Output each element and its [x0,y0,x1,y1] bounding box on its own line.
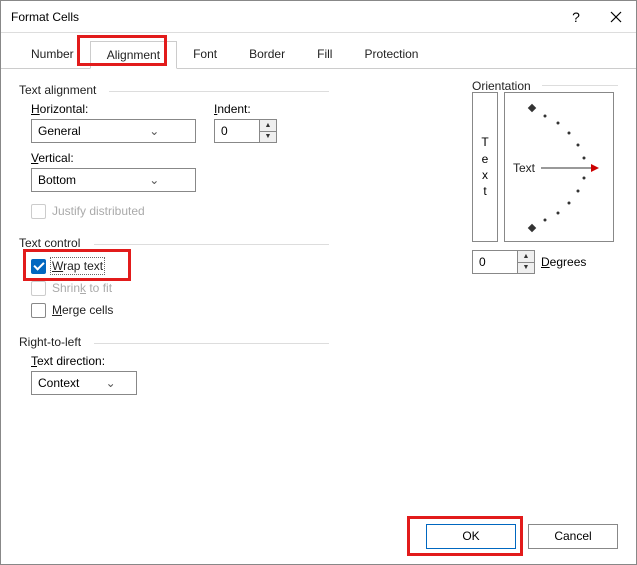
tab-protection[interactable]: Protection [348,41,434,68]
chevron-down-icon: ⌄ [114,173,196,187]
label-degrees: Degrees [541,255,586,269]
window-title: Format Cells [11,10,556,24]
vertical-value: Bottom [32,173,114,187]
degrees-spinner[interactable]: ▲ ▼ [472,250,535,274]
chevron-down-icon: ⌄ [114,124,196,138]
merge-cells-checkbox[interactable] [31,303,46,318]
merge-cells-label: Merge cells [52,303,113,317]
indent-down[interactable]: ▼ [260,132,276,143]
justify-distributed-checkbox [31,204,46,219]
orientation-dial[interactable]: Text [504,92,614,242]
group-text-control: Text control [19,236,329,250]
chevron-down-icon: ⌄ [85,376,136,390]
label-text-direction: Text direction: [31,354,329,368]
shrink-to-fit-label: Shrink to fit [52,281,112,295]
format-cells-dialog: Format Cells ? Number Alignment Font Bor… [0,0,637,565]
indent-up[interactable]: ▲ [260,120,276,132]
help-icon: ? [572,9,580,25]
shrink-to-fit-checkbox [31,281,46,296]
wrap-text-checkbox[interactable] [31,259,46,274]
close-icon [610,11,622,23]
dialog-footer: OK Cancel [1,508,636,564]
label-indent: Indent: [214,102,277,116]
text-direction-select[interactable]: Context ⌄ [31,371,137,395]
group-rtl: Right-to-left [19,335,329,349]
dial-graphic: Text [505,93,615,243]
tab-fill[interactable]: Fill [301,41,348,68]
tab-border[interactable]: Border [233,41,301,68]
vertical-text-button[interactable]: T e x t [472,92,498,242]
degrees-up[interactable]: ▲ [518,251,534,263]
horizontal-select[interactable]: General ⌄ [31,119,196,143]
help-button[interactable]: ? [556,1,596,33]
titlebar: Format Cells ? [1,1,636,33]
text-direction-value: Context [32,376,85,390]
cancel-button[interactable]: Cancel [528,524,618,549]
wrap-text-label: Wrap text [52,259,103,273]
group-orientation: Orientation [472,79,618,93]
tab-font[interactable]: Font [177,41,233,68]
close-button[interactable] [596,1,636,33]
indent-input[interactable] [215,120,259,142]
label-vertical: Vertical: [31,151,329,165]
svg-text:Text: Text [513,161,536,175]
indent-spinner[interactable]: ▲ ▼ [214,119,277,143]
tab-alignment[interactable]: Alignment [90,41,177,69]
degrees-down[interactable]: ▼ [518,263,534,274]
vertical-select[interactable]: Bottom ⌄ [31,168,196,192]
group-text-alignment: Text alignment [19,83,329,97]
ok-button[interactable]: OK [426,524,516,549]
tab-content: Text alignment Horizontal: General ⌄ Ind… [1,69,636,508]
degrees-input[interactable] [473,251,517,273]
tab-bar: Number Alignment Font Border Fill Protec… [1,33,636,69]
horizontal-value: General [32,124,114,138]
label-horizontal: Horizontal: [31,102,196,116]
justify-distributed-label: Justify distributed [52,204,145,218]
tab-number[interactable]: Number [15,41,90,68]
